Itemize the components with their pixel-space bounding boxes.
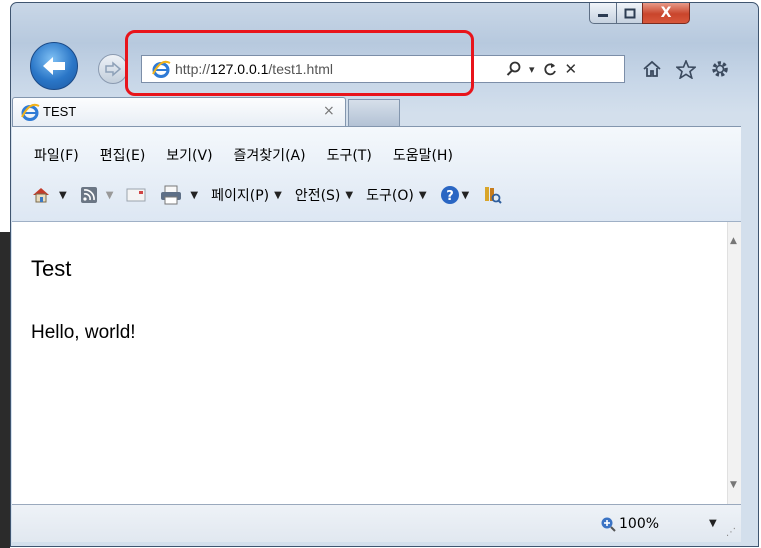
address-highlight-box xyxy=(125,30,474,96)
menu-bar: 파일(F) 편집(E) 보기(V) 즐겨찾기(A) 도구(T) 도움말(H) xyxy=(34,145,474,165)
close-window-button[interactable]: X xyxy=(642,3,690,24)
address-dropdown-icon[interactable]: ▾ xyxy=(529,63,535,76)
settings-gear-icon[interactable] xyxy=(710,59,730,79)
minimize-icon xyxy=(598,14,608,17)
home-icon[interactable] xyxy=(642,60,662,78)
stop-icon[interactable]: ✕ xyxy=(565,60,578,78)
menu-view[interactable]: 보기(V) xyxy=(166,145,212,165)
page-content: Test Hello, world! xyxy=(12,222,727,504)
new-tab-button[interactable] xyxy=(348,99,400,126)
safety-menu[interactable]: 안전(S) xyxy=(295,185,341,205)
mail-icon[interactable] xyxy=(126,187,146,203)
resize-grip-icon[interactable]: ⋰ xyxy=(726,527,736,538)
help-dropdown-icon[interactable]: ▼ xyxy=(462,190,470,201)
feeds-icon[interactable] xyxy=(80,186,98,204)
print-dropdown-icon[interactable]: ▼ xyxy=(190,190,198,201)
menu-tools[interactable]: 도구(T) xyxy=(327,145,372,165)
zoom-control[interactable]: 100% xyxy=(600,516,659,532)
research-icon[interactable] xyxy=(482,185,502,205)
feeds-dropdown-icon[interactable]: ▼ xyxy=(106,190,114,201)
zoom-icon xyxy=(601,517,616,532)
menu-edit[interactable]: 편집(E) xyxy=(100,145,146,165)
scroll-down-arrow-icon[interactable]: ▼ xyxy=(730,480,737,490)
tab-test[interactable]: TEST × xyxy=(12,97,346,126)
safety-dropdown-icon[interactable]: ▼ xyxy=(345,190,353,201)
refresh-icon[interactable] xyxy=(542,61,558,77)
close-icon: X xyxy=(660,5,672,21)
search-icon[interactable] xyxy=(506,61,522,77)
favorites-star-icon[interactable] xyxy=(676,59,696,79)
ie-logo-icon xyxy=(21,103,40,121)
page-dropdown-icon[interactable]: ▼ xyxy=(274,190,282,201)
page-menu[interactable]: 페이지(P) xyxy=(211,185,269,205)
vertical-scrollbar[interactable]: ▲ ▼ xyxy=(727,222,741,504)
page-heading: Test xyxy=(31,256,72,281)
back-arrow-icon xyxy=(43,57,65,75)
print-icon[interactable] xyxy=(160,185,182,205)
maximize-button[interactable] xyxy=(616,3,643,24)
forward-button[interactable] xyxy=(98,54,128,84)
zoom-level: 100% xyxy=(619,516,660,532)
toolbar-area: 파일(F) 편집(E) 보기(V) 즐겨찾기(A) 도구(T) 도움말(H) ▼… xyxy=(12,126,741,222)
tools-dropdown-icon[interactable]: ▼ xyxy=(419,190,427,201)
menu-file[interactable]: 파일(F) xyxy=(34,145,79,165)
page-paragraph: Hello, world! xyxy=(31,322,136,343)
scroll-up-arrow-icon[interactable]: ▲ xyxy=(730,236,737,246)
menu-help[interactable]: 도움말(H) xyxy=(393,145,453,165)
zoom-dropdown-icon[interactable]: ▼ xyxy=(709,518,717,529)
home-icon[interactable] xyxy=(31,186,51,204)
menu-favorites[interactable]: 즐겨찾기(A) xyxy=(234,145,306,165)
tab-close-icon[interactable]: × xyxy=(323,103,335,119)
home-dropdown-icon[interactable]: ▼ xyxy=(59,190,67,201)
left-frame-edge xyxy=(0,232,10,548)
tab-title: TEST xyxy=(43,104,77,119)
maximize-icon xyxy=(624,8,635,18)
back-button[interactable] xyxy=(30,42,78,90)
browser-toolbar-icons xyxy=(642,59,730,79)
help-icon[interactable]: ? xyxy=(440,185,460,205)
svg-text:?: ? xyxy=(446,189,454,204)
forward-arrow-icon xyxy=(105,61,122,77)
minimize-button[interactable] xyxy=(589,3,617,24)
tools-menu[interactable]: 도구(O) xyxy=(366,185,414,205)
address-tools: ▾ ✕ xyxy=(506,59,577,79)
command-bar: ▼ ▼ ▼ 페이지(P) ▼ 안전(S) ▼ 도구(O) ▼ ? ▼ xyxy=(31,185,510,205)
status-bar: 100% ▼ ⋰ xyxy=(12,504,741,542)
